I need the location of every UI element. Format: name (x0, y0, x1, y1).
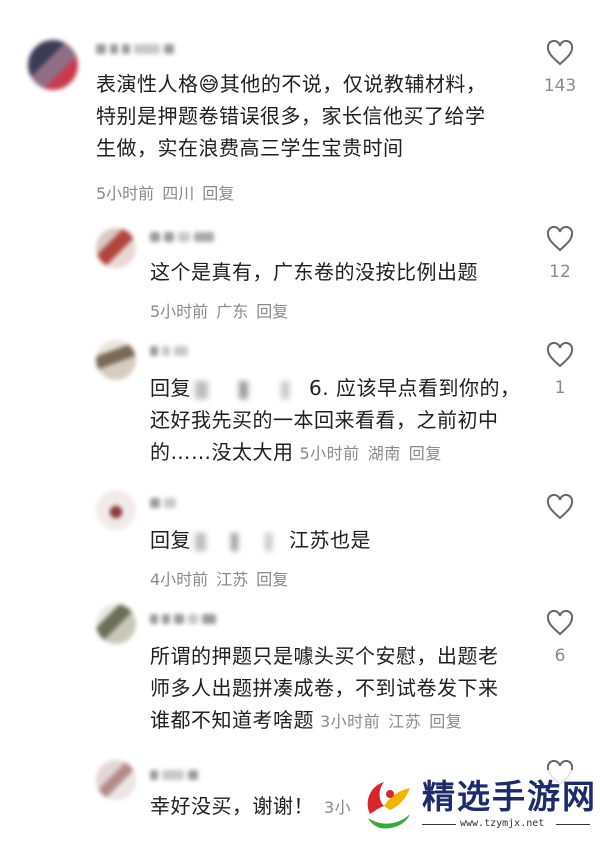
site-logo-icon (367, 782, 410, 829)
watermark-title: 精选手游网 (422, 777, 597, 816)
comment-text-line: 其他的不说，仅说教辅材料， (219, 72, 487, 96)
heart-icon[interactable] (546, 226, 574, 252)
reply-button[interactable]: 回复 (409, 444, 442, 463)
comment-meta: 5小时前 广东 回复 (150, 298, 288, 322)
timestamp: 3小时前 (320, 712, 381, 731)
like-count: 12 (549, 262, 571, 282)
timestamp: 5小时前 (150, 302, 209, 321)
like-button[interactable]: 1 (540, 342, 580, 398)
username-obscured[interactable] (150, 496, 176, 510)
like-button[interactable]: 143 (540, 40, 580, 96)
avatar[interactable] (96, 604, 136, 644)
comment-text-line: 特别是押题卷错误很多，家长信他买了给学 (96, 104, 486, 128)
comment-text-line: 生做，实在浪费高三学生宝贵时间 (96, 136, 404, 160)
comment-text: 所谓的押题只是噱头买个安慰，出题老 师多人出题拼凑成卷，不到试卷发下来 谁都不知… (150, 640, 540, 738)
comment-text-line: 表演性人格 (96, 72, 199, 96)
comment-text-line: 6. 应该早点看到你的， (309, 376, 521, 400)
reply-button[interactable]: 回复 (202, 184, 234, 203)
avatar[interactable] (28, 40, 78, 90)
timestamp: 5小时前 (96, 184, 155, 203)
location: 江苏 (216, 570, 249, 589)
location: 江苏 (388, 712, 422, 731)
emoji-icon: 😅 (198, 72, 220, 96)
like-button[interactable]: 6 (540, 610, 580, 666)
timestamp: 3小 (324, 798, 352, 817)
mentioned-user-obscured[interactable] (195, 532, 285, 551)
location: 四川 (162, 184, 195, 203)
comment-text-line: 幸好没买，谢谢！ (150, 794, 314, 818)
comment-meta: 5小时前 四川 回复 (96, 180, 234, 204)
comment-meta: 5小时前 湖南 回复 (300, 444, 442, 463)
comment-text-line: 还好我先买的一本回来看看，之前初中 (150, 408, 499, 432)
comment-text: 回复 6. 应该早点看到你的， 还好我先买的一本回来看看，之前初中 的……没太大用… (150, 372, 540, 470)
comment-text: 这个是真有，广东卷的没按比例出题 (150, 256, 540, 288)
comment-text-line: 江苏也是 (289, 528, 371, 552)
heart-icon[interactable] (546, 342, 574, 368)
site-watermark: 精选手游网 www.tzymjx.net (360, 770, 600, 836)
timestamp: 5小时前 (299, 444, 360, 463)
username-obscured[interactable] (150, 230, 214, 244)
comment-text-line: 所谓的押题只是噱头买个安慰，出题老 (150, 644, 499, 668)
reply-prefix: 回复 (150, 528, 191, 552)
comment-text: 回复 江苏也是 (150, 524, 540, 556)
like-count: 143 (543, 76, 577, 96)
heart-icon[interactable] (546, 610, 574, 636)
divider (556, 824, 590, 825)
like-button[interactable]: 12 (540, 226, 580, 282)
username-obscured[interactable] (96, 42, 174, 56)
divider (422, 824, 456, 825)
avatar[interactable] (96, 760, 136, 800)
comment-meta: 4小时前 江苏 回复 (150, 566, 288, 590)
username-obscured[interactable] (150, 344, 188, 358)
comment-text-line: 师多人出题拼凑成卷，不到试卷发下来 (150, 676, 499, 700)
location: 湖南 (367, 444, 401, 463)
like-button[interactable] (540, 494, 580, 530)
comment-text: 表演性人格😅其他的不说，仅说教辅材料， 特别是押题卷错误很多，家长信他买了给学 … (96, 68, 536, 164)
comment-text-line: 这个是真有，广东卷的没按比例出题 (150, 260, 478, 284)
reply-button[interactable]: 回复 (256, 302, 288, 321)
comment-text-line: 的……没太大用 (150, 440, 294, 464)
mentioned-user-obscured[interactable] (195, 380, 305, 399)
like-count: 1 (554, 378, 566, 398)
reply-button[interactable]: 回复 (429, 712, 462, 731)
location: 广东 (216, 302, 249, 321)
comment-text-line: 谁都不知道考啥题 (150, 708, 314, 732)
watermark-url: www.tzymjx.net (460, 818, 545, 829)
comment-meta: 3小时前 江苏 回复 (320, 712, 462, 731)
reply-prefix: 回复 (150, 376, 191, 400)
reply-button[interactable]: 回复 (256, 570, 288, 589)
username-obscured[interactable] (150, 612, 216, 626)
username-obscured[interactable] (150, 768, 198, 782)
avatar[interactable] (96, 490, 136, 530)
heart-icon[interactable] (546, 494, 574, 520)
timestamp: 4小时前 (150, 570, 209, 589)
avatar[interactable] (96, 340, 136, 380)
heart-icon[interactable] (546, 40, 574, 66)
like-count: 6 (554, 646, 566, 666)
avatar[interactable] (96, 228, 136, 268)
